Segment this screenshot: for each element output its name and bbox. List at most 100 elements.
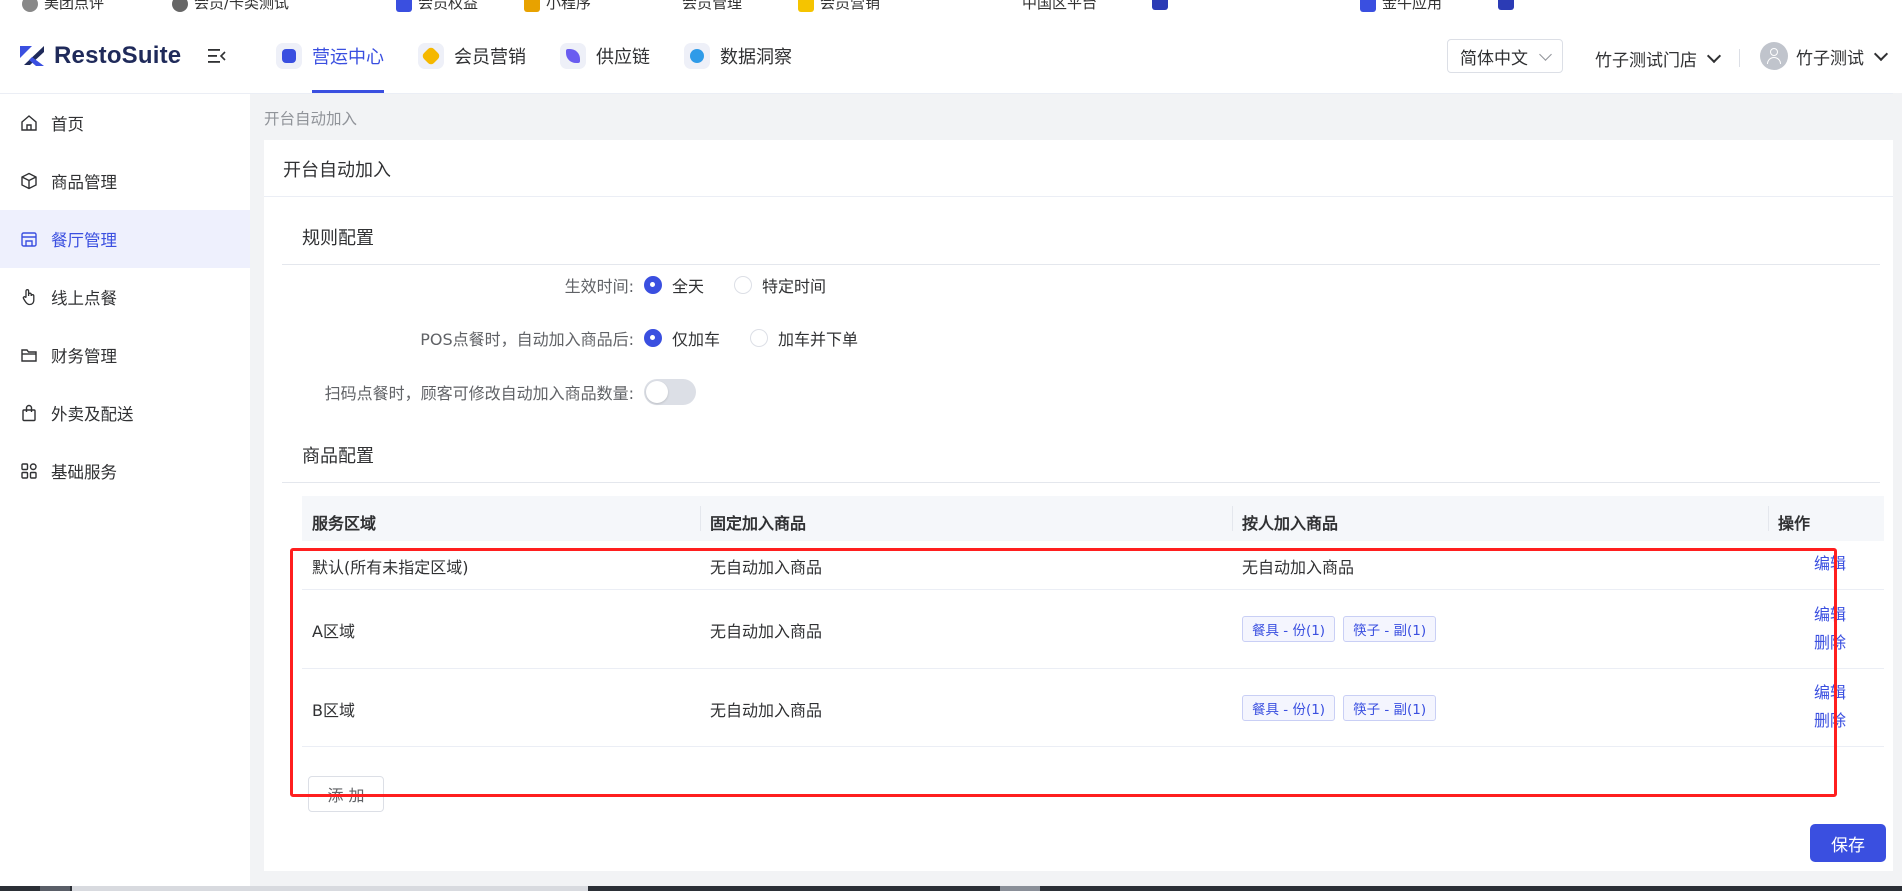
store-icon — [21, 232, 37, 247]
store-select[interactable]: 竹子测试门店 — [1595, 46, 1722, 71]
radio-checked-icon — [644, 329, 662, 347]
breadcrumb: 开台自动加入 — [264, 110, 358, 128]
column-divider — [700, 506, 701, 531]
restosuite-logo-icon — [20, 46, 44, 66]
taskbar-segment — [1000, 886, 1040, 891]
radio-unchecked-icon — [750, 329, 769, 347]
tab-data-insights[interactable]: 数据洞察 — [684, 18, 792, 93]
cell-area: A区域 — [312, 622, 355, 641]
cell-actions: 编辑 删除 — [1814, 601, 1846, 657]
tab-supply-chain[interactable]: 供应链 — [560, 18, 650, 93]
column-header-per-person: 按人加入商品 — [1242, 514, 1339, 533]
table-header: 服务区域 固定加入商品 按人加入商品 操作 — [302, 496, 1884, 541]
chevron-down-icon — [1706, 48, 1722, 64]
radio-cart-only[interactable]: 仅加车 — [644, 326, 720, 350]
effective-time-label: 生效时间: — [564, 277, 634, 296]
box-icon — [21, 172, 37, 190]
radio-cart-and-order[interactable]: 加车并下单 — [750, 326, 858, 350]
save-button[interactable]: 保存 — [1810, 824, 1886, 862]
tab-member-marketing[interactable]: 会员营销 — [418, 18, 526, 93]
cell-actions: 编辑 — [1814, 550, 1846, 578]
bookmark-item[interactable] — [1152, 0, 1174, 10]
radio-checked-icon — [644, 276, 662, 294]
column-header-area: 服务区域 — [312, 514, 377, 533]
os-taskbar — [0, 886, 1902, 891]
column-divider — [1768, 506, 1769, 531]
scan-modify-qty-label: 扫码点餐时，顾客可修改自动加入商品数量: — [324, 384, 634, 403]
radio-specific-time[interactable]: 特定时间 — [734, 273, 826, 297]
user-name: 竹子测试 — [1796, 48, 1864, 69]
divider — [282, 482, 1880, 483]
sidebar-item-label: 财务管理 — [51, 347, 117, 366]
edit-link[interactable]: 编辑 — [1814, 550, 1846, 578]
radio-label: 仅加车 — [672, 330, 721, 349]
sidebar-item-online-ordering[interactable]: 线上点餐 — [0, 268, 250, 326]
product-config-table: 服务区域 固定加入商品 按人加入商品 操作 默认(所有未指定区域) 无自动加入商… — [302, 496, 1884, 747]
operations-icon — [276, 42, 302, 69]
radio-label: 加车并下单 — [778, 330, 859, 349]
radio-unchecked-icon — [734, 276, 753, 294]
divider — [1739, 49, 1740, 67]
tab-label: 会员营销 — [454, 46, 526, 68]
chevron-down-icon — [1873, 46, 1889, 61]
product-tag: 餐具 - 份(1) — [1242, 616, 1336, 642]
supply-chain-icon — [560, 42, 586, 69]
grid-icon — [21, 463, 37, 479]
bookmark-item[interactable]: 中国区平台 — [1000, 0, 1097, 13]
radio-all-day[interactable]: 全天 — [644, 273, 704, 297]
product-tag: 筷子 - 副(1) — [1343, 695, 1437, 721]
cell-actions: 编辑 删除 — [1814, 679, 1846, 735]
cell-per-person: 餐具 - 份(1) 筷子 - 副(1) — [1242, 695, 1444, 721]
delete-link[interactable]: 删除 — [1814, 629, 1846, 657]
cell-per-person: 无自动加入商品 — [1242, 558, 1355, 577]
sidebar-item-delivery[interactable]: 外卖及配送 — [0, 384, 250, 442]
sidebar-item-label: 基础服务 — [51, 463, 117, 482]
scan-modify-qty-switch[interactable] — [644, 379, 696, 405]
bookmark-item[interactable]: 会员/卡类测试 — [172, 0, 289, 13]
bookmark-item[interactable]: 小程序 — [524, 0, 591, 13]
edit-link[interactable]: 编辑 — [1814, 679, 1846, 707]
bookmark-item[interactable]: 会员权益 — [396, 0, 478, 13]
cell-per-person: 餐具 - 份(1) 筷子 - 副(1) — [1242, 616, 1444, 642]
bookmark-item[interactable]: 金牛应用 — [1360, 0, 1442, 13]
taskbar-segment — [72, 886, 588, 891]
cell-area: B区域 — [312, 701, 355, 720]
sidebar-item-finance[interactable]: 财务管理 — [0, 326, 250, 384]
sidebar-item-home[interactable]: 首页 — [0, 94, 250, 152]
add-row-button[interactable]: 添 加 — [308, 776, 384, 812]
column-header-fixed: 固定加入商品 — [710, 514, 807, 533]
bookmark-item[interactable] — [1498, 0, 1520, 10]
sidebar-item-label: 餐厅管理 — [51, 231, 117, 250]
radio-label: 全天 — [672, 277, 705, 296]
sidebar-item-restaurant[interactable]: 餐厅管理 — [0, 210, 250, 268]
scan-modify-qty-row: 扫码点餐时，顾客可修改自动加入商品数量: — [264, 377, 696, 407]
app-logo[interactable]: RestoSuite — [18, 42, 181, 70]
column-header-actions: 操作 — [1778, 514, 1811, 533]
sidebar-item-label: 商品管理 — [51, 173, 117, 192]
cell-fixed: 无自动加入商品 — [710, 701, 823, 720]
sidebar-item-label: 外卖及配送 — [51, 405, 134, 424]
chevron-down-icon — [1539, 48, 1552, 61]
table-row: 默认(所有未指定区域) 无自动加入商品 无自动加入商品 编辑 — [302, 541, 1884, 590]
sidebar-item-label: 首页 — [51, 115, 84, 134]
taskbar-segment — [40, 886, 70, 891]
sidebar: 首页 商品管理 餐厅管理 线上点餐 财务管理 外卖及配送 基础服务 — [0, 94, 250, 891]
tab-label: 供应链 — [596, 46, 650, 68]
pos-after-add-label: POS点餐时，自动加入商品后: — [420, 330, 634, 349]
bookmark-item[interactable]: 会员营销 — [798, 0, 880, 13]
scrollbar[interactable] — [1893, 93, 1902, 886]
language-select[interactable]: 简体中文 — [1447, 39, 1563, 73]
edit-link[interactable]: 编辑 — [1814, 601, 1846, 629]
delete-link[interactable]: 删除 — [1814, 707, 1846, 735]
user-menu[interactable]: 竹子测试 — [1760, 42, 1889, 70]
sidebar-item-label: 线上点餐 — [51, 289, 117, 308]
sidebar-item-basic-services[interactable]: 基础服务 — [0, 442, 250, 500]
tab-operations-center[interactable]: 营运中心 — [276, 18, 384, 93]
home-icon — [21, 115, 37, 131]
language-value: 简体中文 — [1460, 48, 1528, 69]
menu-collapse-icon[interactable] — [208, 48, 226, 64]
bookmark-item[interactable]: 会员管理 — [660, 0, 742, 13]
bookmark-item[interactable]: 美团点评 — [22, 0, 104, 13]
sidebar-item-products[interactable]: 商品管理 — [0, 152, 250, 210]
effective-time-row: 生效时间: 全天 特定时间 — [264, 270, 846, 300]
